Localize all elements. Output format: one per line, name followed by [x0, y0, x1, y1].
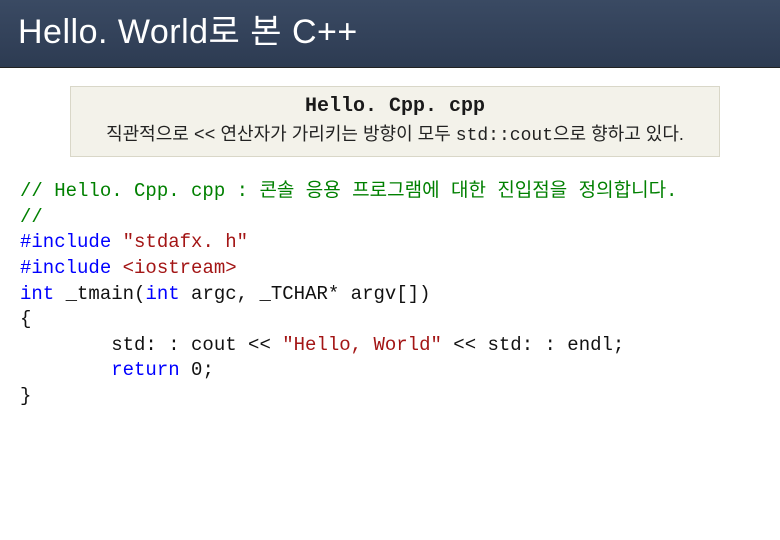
- code-cout-post: << std: : endl;: [442, 334, 624, 356]
- code-int2: int: [145, 283, 179, 305]
- desc-prefix: 직관적으로: [106, 124, 194, 144]
- code-include1-val: "stdafx. h": [123, 231, 248, 253]
- file-name: Hello. Cpp. cpp: [81, 95, 709, 118]
- code-comment-line: // Hello. Cpp. cpp : 콘솔 응용 프로그램에 대한 진입점을…: [20, 180, 677, 202]
- slide-title: Hello. World로 본 C++: [18, 4, 762, 53]
- code-argc: argc, _TCHAR* argv[]): [180, 283, 431, 305]
- code-include1-kw: #include: [20, 231, 123, 253]
- code-indent2: [20, 359, 111, 381]
- code-comment-slash: //: [20, 206, 43, 228]
- code-cout-str: "Hello, World": [282, 334, 442, 356]
- code-return-rest: 0;: [180, 359, 214, 381]
- code-include2-kw: #include: [20, 257, 123, 279]
- desc-mid: 연산자가 가리키는 방향이 모두: [215, 124, 455, 144]
- code-indent1: [20, 334, 111, 356]
- desc-operator: <<: [194, 126, 216, 146]
- subtitle-description: 직관적으로 << 연산자가 가리키는 방향이 모두 std::cout으로 향하…: [81, 120, 709, 146]
- title-bar: Hello. World로 본 C++: [0, 0, 780, 68]
- code-cout-pre: std: : cout <<: [111, 334, 282, 356]
- code-include2-val: <iostream>: [123, 257, 237, 279]
- code-brace-open: {: [20, 308, 31, 330]
- desc-suffix: 으로 향하고 있다.: [553, 124, 684, 144]
- code-brace-close: }: [20, 385, 31, 407]
- code-return-kw: return: [111, 359, 179, 381]
- code-block: // Hello. Cpp. cpp : 콘솔 응용 프로그램에 대한 진입점을…: [20, 179, 760, 410]
- code-int: int: [20, 283, 54, 305]
- subtitle-box: Hello. Cpp. cpp 직관적으로 << 연산자가 가리키는 방향이 모…: [70, 86, 720, 157]
- desc-cout: std::cout: [456, 126, 553, 146]
- code-tmain: _tmain(: [54, 283, 145, 305]
